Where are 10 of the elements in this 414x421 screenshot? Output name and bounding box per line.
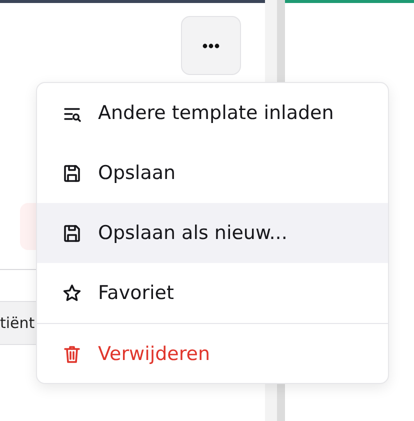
- save-icon: [62, 163, 82, 183]
- menu-item[interactable]: Andere template inladen: [37, 83, 388, 143]
- star-icon: [62, 283, 82, 303]
- more-icon: [202, 42, 220, 48]
- menu-item[interactable]: Verwijderen: [37, 323, 388, 383]
- menu-item[interactable]: Opslaan als nieuw...: [37, 203, 388, 263]
- menu-item[interactable]: Opslaan: [37, 143, 388, 203]
- trash-icon: [62, 344, 82, 364]
- more-button[interactable]: [181, 16, 241, 75]
- save-icon: [62, 223, 82, 243]
